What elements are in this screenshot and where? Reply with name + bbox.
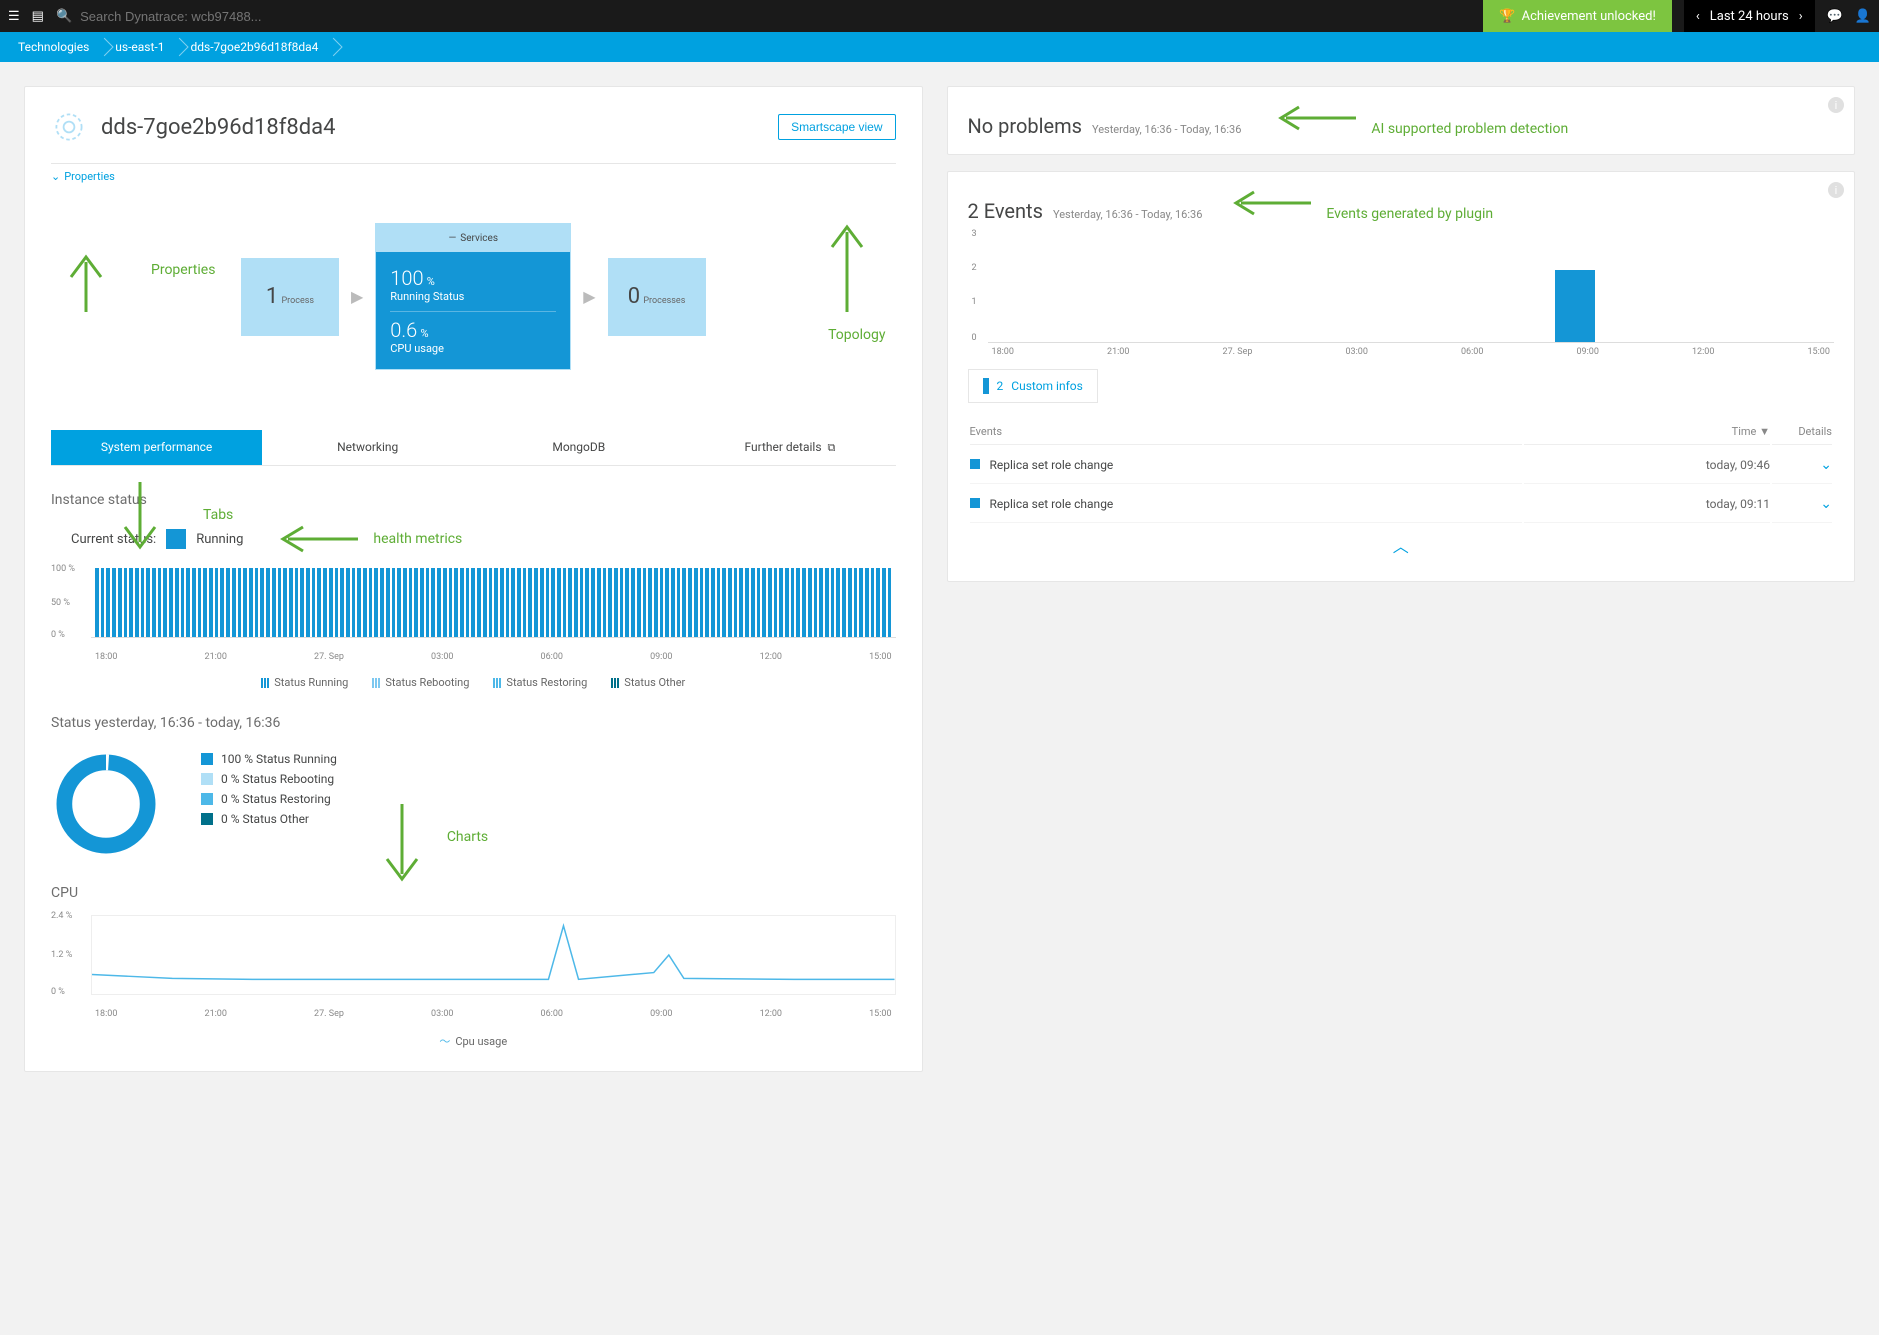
annotation-arrow-down <box>115 477 165 557</box>
cpu-title: CPU <box>51 885 896 901</box>
properties-toggle[interactable]: ⌄ Properties <box>51 163 896 183</box>
events-card: i 2 Events Yesterday, 16:36 - Today, 16:… <box>947 171 1855 582</box>
tabs: System performance Networking MongoDB Fu… <box>51 430 896 466</box>
events-col-events[interactable]: Events <box>970 419 1522 445</box>
status-legend: Status Running Status Rebooting Status R… <box>51 676 896 689</box>
custom-device-icon <box>51 109 87 145</box>
metric-cpu-usage: 0.6 % CPU usage <box>390 311 556 359</box>
chevron-left-icon[interactable]: ‹ <box>1696 9 1700 24</box>
chevron-down-icon[interactable]: ⌄ <box>1820 457 1832 473</box>
events-col-time[interactable]: Time ▼ <box>1524 419 1770 445</box>
chat-icon[interactable]: 💬 <box>1827 9 1843 24</box>
chevron-right-icon: ▶ <box>583 287 595 306</box>
user-icon[interactable]: 👤 <box>1855 9 1871 24</box>
dashboard-icon[interactable]: ▤ <box>32 9 44 24</box>
search-wrap: 🔍 <box>56 9 1471 24</box>
topology-row: 1 Process ▶ —Services 100 % Running Stat… <box>51 223 896 370</box>
topology-right-box[interactable]: 0 Processes <box>608 258 706 336</box>
collapse-events-icon[interactable]: ︿ <box>968 525 1834 565</box>
tab-mongodb[interactable]: MongoDB <box>473 430 684 465</box>
smartscape-view-button[interactable]: Smartscape view <box>778 114 895 140</box>
events-range: Yesterday, 16:36 - Today, 16:36 <box>1053 208 1202 221</box>
timeframe-selector[interactable]: ‹ Last 24 hours › <box>1684 0 1815 32</box>
problems-title: No problems <box>968 114 1082 138</box>
current-status-row: Current status: Running health metrics <box>71 522 896 556</box>
entity-card: dds-7goe2b96d18f8da4 Smartscape view ⌄ P… <box>24 86 923 1072</box>
chevron-right-icon: ▶ <box>351 287 363 306</box>
annotation-ai: AI supported problem detection <box>1371 121 1568 137</box>
info-icon[interactable]: i <box>1828 97 1844 113</box>
info-icon[interactable]: i <box>1828 182 1844 198</box>
chevron-down-icon: ⌄ <box>51 170 60 183</box>
table-row[interactable]: Replica set role changetoday, 09:11⌄ <box>970 486 1832 523</box>
events-title: 2 Events <box>968 199 1043 223</box>
xaxis-events: 18:0021:0027. Sep03:0006:0009:0012:0015:… <box>988 343 1834 357</box>
events-bar-chart: 3 2 1 0 <box>988 233 1834 343</box>
xaxis-status: 18:0021:0027. Sep03:0006:0009:0012:0015:… <box>91 648 896 662</box>
breadcrumb-region[interactable]: us-east-1 <box>105 40 180 54</box>
search-input[interactable] <box>80 9 380 24</box>
annotation-properties: Properties <box>151 262 215 278</box>
annotation-arrow-up <box>61 247 111 317</box>
chevron-down-icon[interactable]: ⌄ <box>1820 496 1832 512</box>
annotation-arrow-left <box>273 522 363 556</box>
metric-running-status: 100 % Running Status <box>390 262 556 307</box>
achievement-label: Achievement unlocked! <box>1522 9 1656 24</box>
properties-label: Properties <box>64 170 115 183</box>
breadcrumb-entity[interactable]: dds-7goe2b96d18f8da4 <box>180 40 334 54</box>
status-bar-chart: 100 % 50 % 0 % <box>91 568 896 648</box>
problems-card: i No problems Yesterday, 16:36 - Today, … <box>947 86 1855 155</box>
current-status-value: Running <box>196 532 243 547</box>
events-table: Events Time ▼ Details Replica set role c… <box>968 417 1834 525</box>
chevron-right-icon[interactable]: › <box>1799 9 1803 24</box>
cpu-line-chart: 2.4 % 1.2 % 0 % <box>91 915 896 1005</box>
annotation-plugin-events: Events generated by plugin <box>1326 206 1493 222</box>
annotation-tabs: Tabs <box>203 507 233 523</box>
annotation-charts: Charts <box>447 829 488 845</box>
xaxis-cpu: 18:0021:0027. Sep03:0006:0009:0012:0015:… <box>91 1005 896 1019</box>
events-col-details[interactable]: Details <box>1772 419 1832 445</box>
timeframe-label: Last 24 hours <box>1710 9 1789 24</box>
topology-center[interactable]: —Services 100 % Running Status 0.6 % CPU… <box>375 223 571 370</box>
hamburger-icon[interactable]: ☰ <box>8 9 20 24</box>
tab-further-details[interactable]: Further details⧉ <box>684 430 895 465</box>
tab-system-performance[interactable]: System performance <box>51 430 262 465</box>
external-link-icon: ⧉ <box>828 441 836 454</box>
tab-networking[interactable]: Networking <box>262 430 473 465</box>
annotation-health: health metrics <box>373 531 462 547</box>
annotation-topology: Topology <box>828 327 885 343</box>
services-bar[interactable]: —Services <box>376 224 570 252</box>
search-icon[interactable]: 🔍 <box>56 9 72 24</box>
problems-range: Yesterday, 16:36 - Today, 16:36 <box>1092 123 1241 136</box>
annotation-arrow-down <box>377 799 427 889</box>
trophy-icon: 🏆 <box>1499 9 1515 24</box>
topbar: ☰ ▤ 🔍 🏆 Achievement unlocked! ‹ Last 24 … <box>0 0 1879 32</box>
status-donut-chart <box>51 749 161 859</box>
topology-left-box[interactable]: 1 Process <box>241 258 339 336</box>
donut-legend: 100 % Status Running0 % Status Rebooting… <box>201 749 337 829</box>
custom-infos-filter[interactable]: 2 Custom infos <box>968 369 1098 403</box>
status-summary-title: Status yesterday, 16:36 - today, 16:36 <box>51 715 896 731</box>
annotation-arrow-up <box>822 217 872 317</box>
cpu-legend: 〜Cpu usage <box>51 1033 896 1049</box>
page-title: dds-7goe2b96d18f8da4 <box>101 115 336 140</box>
table-row[interactable]: Replica set role changetoday, 09:46⌄ <box>970 447 1832 484</box>
instance-status-title: Instance status <box>51 492 896 508</box>
annotation-arrow-left <box>1226 188 1316 218</box>
achievement-banner[interactable]: 🏆 Achievement unlocked! <box>1483 0 1671 32</box>
breadcrumb: Technologies us-east-1 dds-7goe2b96d18f8… <box>0 32 1879 62</box>
status-color-swatch <box>166 529 186 549</box>
annotation-arrow-left <box>1271 103 1361 133</box>
breadcrumb-technologies[interactable]: Technologies <box>8 40 105 54</box>
